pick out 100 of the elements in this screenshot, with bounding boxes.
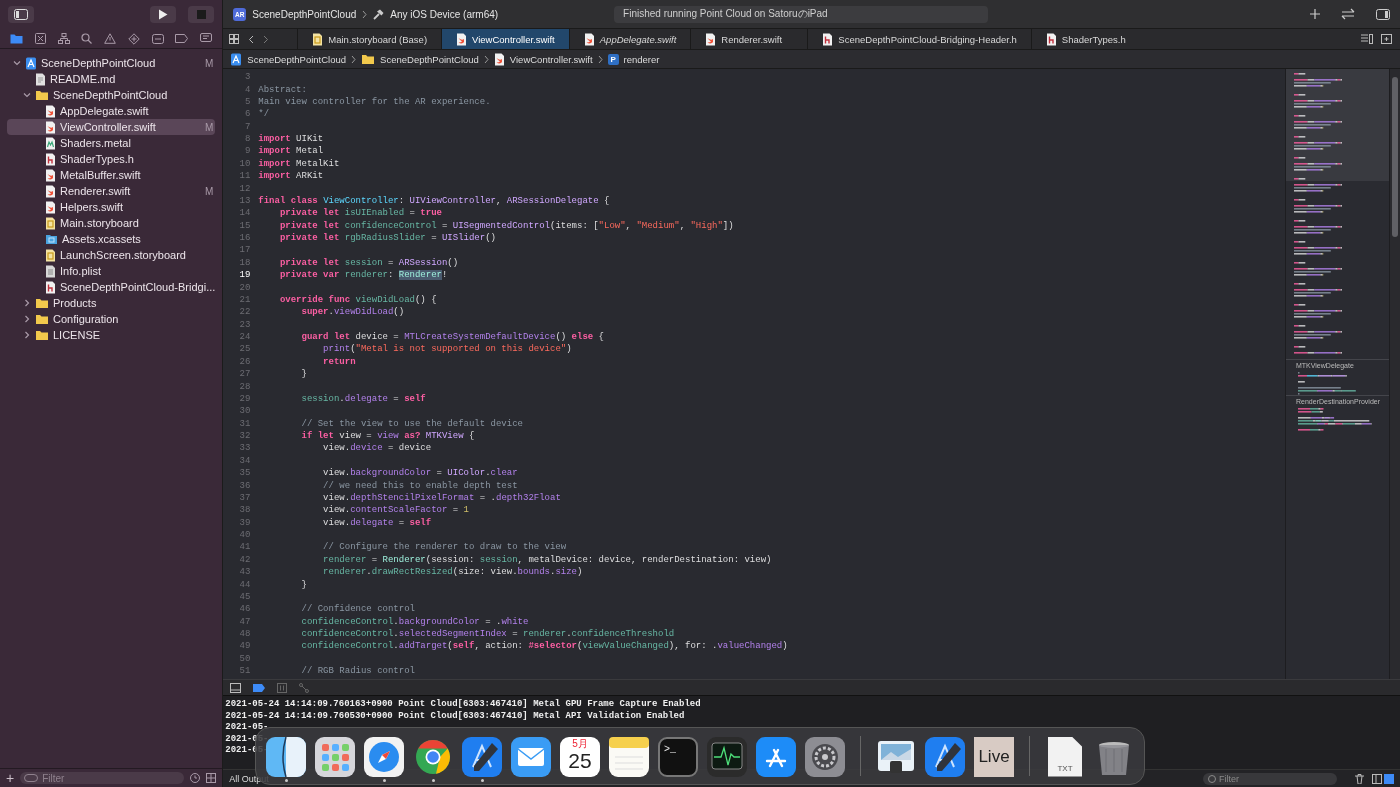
activity-app-icon[interactable]: [707, 736, 747, 777]
file-tree-row[interactable]: SceneDepthPointCloud: [7, 87, 216, 103]
scrollbar-thumb[interactable]: [1392, 77, 1398, 237]
settings-app-icon[interactable]: [805, 736, 845, 777]
file-tree-row[interactable]: Helpers.swift: [7, 199, 216, 215]
source-control-icon[interactable]: [34, 33, 46, 44]
clock-icon[interactable]: [190, 773, 201, 783]
add-button[interactable]: +: [6, 771, 15, 785]
file-name: ShaderTypes.h: [60, 153, 135, 165]
code-line: private var renderer: Renderer!: [278, 270, 448, 281]
editor-tab[interactable]: ShaderTypes.h: [1030, 29, 1148, 49]
report-icon[interactable]: [200, 33, 213, 44]
scheme-name[interactable]: SceneDepthPointCloud: [252, 8, 357, 20]
xcode-app-icon[interactable]: [925, 736, 965, 777]
code-line: import MetalKit: [258, 158, 340, 169]
file-tree-row[interactable]: AppDelegate.swift: [7, 103, 216, 119]
code-line: // Set the view to use the default device: [300, 418, 523, 429]
editor-tab[interactable]: SceneDepthPointCloud-Bridging-Header.h: [807, 29, 1031, 49]
disclosure-icon[interactable]: [23, 299, 31, 307]
appstore-app-icon[interactable]: [756, 736, 796, 777]
line-number: 38: [238, 505, 252, 516]
jump-bar-item[interactable]: renderer: [623, 53, 660, 65]
status-letter: M: [204, 185, 215, 197]
safari-app-icon[interactable]: [364, 736, 404, 777]
file-name: Helpers.swift: [60, 201, 124, 213]
breakpoint-icon[interactable]: [175, 34, 189, 43]
editor-tab[interactable]: AppDelegate.swift: [568, 29, 691, 49]
jump-bar-item[interactable]: ViewController.swift: [509, 53, 593, 65]
code-line: view.delegate = self: [322, 517, 432, 528]
file-tree-row[interactable]: Products: [7, 295, 216, 311]
mail-app-icon[interactable]: [511, 736, 551, 777]
test-icon[interactable]: [127, 32, 140, 45]
code-line: super.viewDidLoad(): [300, 307, 405, 318]
code-line: view.device = device: [322, 443, 432, 454]
disclosure-icon[interactable]: [23, 315, 31, 323]
breakpoints-icon[interactable]: [253, 683, 266, 692]
disclosure-icon[interactable]: [23, 331, 31, 339]
line-number: 5: [243, 96, 252, 107]
textfile-app-icon[interactable]: TXT: [1048, 736, 1082, 777]
file-tree-row[interactable]: ShaderTypes.h: [7, 151, 216, 167]
disclosure-icon[interactable]: [13, 59, 21, 67]
swap-arrows-icon[interactable]: [1340, 8, 1356, 20]
file-tree-row[interactable]: LaunchScreen.storyboard: [7, 247, 216, 263]
calendar-app-icon[interactable]: 5月 25: [560, 736, 600, 777]
filter-field[interactable]: Filter: [1203, 772, 1337, 785]
file-name: SceneDepthPointCloud: [41, 57, 157, 69]
editor-tab[interactable]: Renderer.swift: [690, 29, 808, 49]
file-tree-row[interactable]: Info.plist: [7, 263, 216, 279]
warning-icon[interactable]: [104, 33, 117, 44]
disclosure-icon[interactable]: [23, 91, 31, 99]
jump-bar-item[interactable]: SceneDepthPointCloud: [380, 53, 479, 65]
file-tree-row[interactable]: Renderer.swift M: [7, 183, 216, 199]
plist-file-icon: [45, 264, 56, 278]
sidebar-toggle-button[interactable]: [8, 6, 34, 23]
file-tree-row[interactable]: MetalBuffer.swift: [7, 167, 216, 183]
launchpad-app-icon[interactable]: [315, 736, 355, 777]
hide-panel-icon[interactable]: [230, 682, 242, 693]
console-line: 2021-05-24 14:14:09.760163+0900 Point Cloud[6303:467410] Metal GPU Frame Capture Enabled: [225, 699, 701, 711]
file-tree-row[interactable]: LICENSE: [7, 327, 216, 343]
add-icon[interactable]: [1310, 9, 1320, 19]
jump-bar-item[interactable]: SceneDepthPointCloud: [247, 53, 347, 65]
destination-name[interactable]: Any iOS Device (arm64): [390, 8, 499, 20]
run-button[interactable]: [150, 6, 177, 23]
grid-icon[interactable]: [229, 34, 240, 44]
code-line: // Confidence control: [300, 604, 415, 615]
trash-icon[interactable]: [1355, 773, 1364, 784]
code-line: if let view = view as? MTKView {: [300, 431, 475, 442]
notes-app-icon[interactable]: [609, 736, 649, 777]
file-tree-row[interactable]: Shaders.metal: [7, 135, 216, 151]
terminal-app-icon[interactable]: >_: [658, 736, 698, 777]
file-tree-row[interactable]: ViewController.swift M: [7, 119, 216, 135]
folder-icon[interactable]: [10, 33, 23, 44]
file-tree-row[interactable]: SceneDepthPointCloud M: [7, 55, 216, 71]
debug-icon[interactable]: [151, 33, 164, 44]
hierarchy-icon[interactable]: [57, 33, 70, 44]
doc-file-icon: [35, 72, 46, 86]
back-icon[interactable]: [248, 34, 255, 44]
editor-tab[interactable]: ViewController.swift: [441, 29, 569, 49]
split-view-icon[interactable]: [1372, 773, 1394, 784]
code-line: Main view controller for the AR experience.: [258, 96, 491, 107]
file-tree-row[interactable]: Main.storyboard: [7, 215, 216, 231]
grid-icon[interactable]: [206, 773, 217, 783]
inspector-toggle-icon[interactable]: [1376, 8, 1390, 20]
live-app-icon[interactable]: Live: [974, 736, 1014, 777]
file-tree-row[interactable]: Assets.xcassets: [7, 231, 216, 247]
line-number: 24: [238, 332, 252, 343]
forward-icon[interactable]: [263, 34, 270, 44]
file-tree-row[interactable]: Configuration: [7, 311, 216, 327]
xcode-app-icon[interactable]: [462, 736, 502, 777]
file-tree-row[interactable]: SceneDepthPointCloud-Bridgi...: [7, 279, 216, 295]
line-number: 39: [238, 517, 252, 528]
finder-app-icon[interactable]: [266, 736, 306, 777]
file-tree-row[interactable]: README.md: [7, 71, 216, 87]
pause-icon[interactable]: [277, 682, 288, 693]
search-icon[interactable]: [81, 33, 93, 44]
branch-icon[interactable]: [299, 682, 310, 693]
add-editor-icon[interactable]: [1381, 34, 1392, 44]
lines-icon[interactable]: [1361, 34, 1373, 44]
line-number: 11: [238, 171, 252, 182]
code-line: return: [322, 356, 356, 367]
